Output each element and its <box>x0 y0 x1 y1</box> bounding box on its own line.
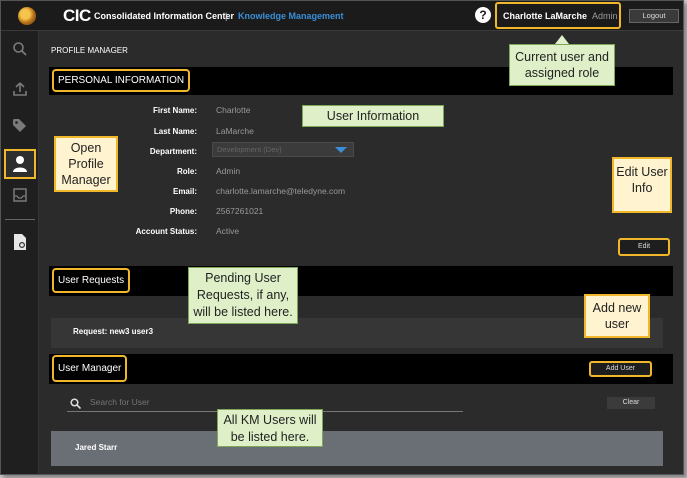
callout-add-new-user: Add new user <box>584 294 650 338</box>
help-icon[interactable]: ? <box>475 7 491 23</box>
department-select[interactable]: Development (Dev) <box>212 142 354 157</box>
brand-separator: | <box>225 11 228 21</box>
user-row-name[interactable]: Jared Starr <box>75 443 117 452</box>
inbox-icon[interactable] <box>10 187 30 207</box>
add-user-button[interactable]: Add User <box>589 361 652 377</box>
edit-button[interactable]: Edit <box>618 238 670 256</box>
callout-open-profile-manager: Open Profile Manager <box>54 136 118 192</box>
module-name[interactable]: Knowledge Management <box>238 11 344 21</box>
upload-icon[interactable] <box>10 81 30 101</box>
phone-label: Phone: <box>169 207 197 216</box>
app-window: CIC Consolidated Information Center | Kn… <box>0 0 684 475</box>
callout-edit-user-info: Edit User Info <box>612 157 672 213</box>
sidebar <box>1 31 39 474</box>
search-icon[interactable] <box>10 41 30 61</box>
document-icon[interactable] <box>10 233 30 253</box>
callout-user-information: User Information <box>302 105 444 127</box>
phone-value: 2567261021 <box>216 206 264 216</box>
request-label[interactable]: Request: new3 user3 <box>73 327 153 336</box>
account-status-value: Active <box>216 226 240 236</box>
personal-info-title: PERSONAL INFORMATION <box>52 69 191 92</box>
chevron-down-icon <box>335 147 347 153</box>
department-selected-value: Development (Dev) <box>217 145 282 154</box>
search-icon <box>70 396 82 410</box>
page-title: PROFILE MANAGER <box>51 46 128 55</box>
user-manager-header-bar <box>49 354 673 384</box>
search-user-input[interactable] <box>90 397 460 407</box>
top-bar: CIC Consolidated Information Center | Kn… <box>1 1 683 31</box>
callout-current-user: Current user and assigned role <box>509 44 615 86</box>
user-manager-title: User Manager <box>52 355 128 382</box>
logout-button[interactable]: Logout <box>629 9 679 23</box>
first-name-label: First Name: <box>152 106 197 115</box>
current-user-role: Admin <box>592 11 618 21</box>
email-value: charlotte.lamarche@teledyne.com <box>216 186 346 196</box>
profile-manager-icon[interactable] <box>4 149 36 179</box>
account-status-label: Account Status: <box>135 227 197 236</box>
brand-full-name: Consolidated Information Center <box>94 11 235 21</box>
callout-all-users: All KM Users will be listed here. <box>217 409 323 447</box>
clear-button[interactable]: Clear <box>607 397 655 409</box>
sidebar-divider <box>5 219 35 220</box>
callout-arrow <box>555 35 569 44</box>
tags-icon[interactable] <box>10 117 30 137</box>
last-name-label: Last Name: <box>153 127 197 136</box>
last-name-value: LaMarche <box>216 126 254 136</box>
current-user-name[interactable]: Charlotte LaMarche <box>503 11 587 21</box>
user-requests-title: User Requests <box>52 268 131 293</box>
brand-logo[interactable]: CIC <box>63 6 91 26</box>
user-requests-header-bar <box>49 266 673 296</box>
globe-logo-icon[interactable] <box>18 7 36 25</box>
user-row[interactable] <box>51 431 663 466</box>
first-name-value: Charlotte <box>216 105 251 115</box>
callout-pending-requests: Pending User Requests, if any, will be l… <box>188 267 298 324</box>
role-value: Admin <box>216 166 241 176</box>
